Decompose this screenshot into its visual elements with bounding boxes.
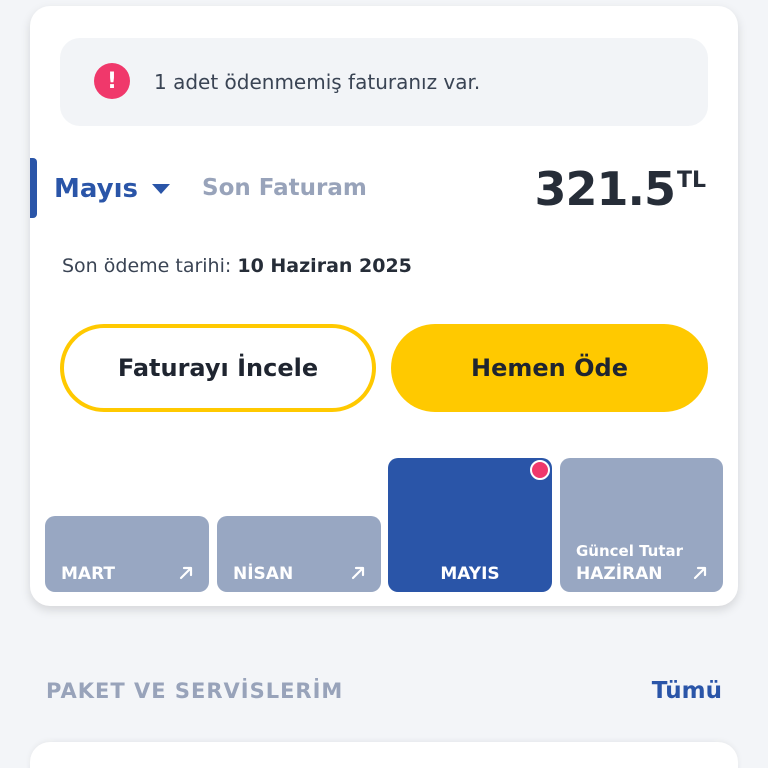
due-date-value: 10 Haziran 2025 [237, 255, 412, 277]
exclamation-circle-icon: ! [94, 63, 130, 99]
pay-now-button[interactable]: Hemen Öde [391, 324, 708, 412]
invoice-title: Son Faturam [202, 175, 367, 201]
due-date-row: Son ödeme tarihi: 10 Haziran 2025 [62, 255, 412, 277]
currency-unit: TL [676, 168, 706, 193]
month-tile-label: HAZİRAN [576, 564, 663, 584]
month-tile-nisan[interactable]: NİSAN [217, 516, 381, 592]
month-dropdown[interactable]: Mayıs [54, 174, 170, 204]
services-section-title: PAKET VE SERVİSLERİM [46, 679, 344, 703]
arrow-up-right-icon [351, 566, 365, 580]
month-tile-label: MAYIS [440, 564, 500, 584]
month-dropdown-label: Mayıs [54, 174, 138, 204]
unpaid-invoice-alert[interactable]: ! 1 adet ödenmemiş faturanız var. [60, 38, 708, 126]
amount-value: 321.5 [534, 162, 676, 216]
unpaid-dot-icon [530, 460, 550, 480]
month-tile-haziran[interactable]: Güncel Tutar HAZİRAN [560, 458, 723, 592]
arrow-up-right-icon [693, 566, 707, 580]
month-tile-mayis[interactable]: MAYIS [388, 458, 552, 592]
see-all-link[interactable]: Tümü [652, 678, 722, 704]
month-tile-label: MART [61, 564, 115, 584]
due-date-label: Son ödeme tarihi: [62, 255, 232, 277]
invoice-amount: 321.5 TL [534, 162, 706, 216]
selected-month-indicator [30, 158, 37, 218]
caret-down-icon [151, 184, 170, 194]
month-tile-subtitle: Güncel Tutar [576, 542, 684, 560]
services-card [30, 742, 738, 768]
review-invoice-button[interactable]: Faturayı İncele [60, 324, 376, 412]
month-tile-mart[interactable]: MART [45, 516, 209, 592]
alert-message: 1 adet ödenmemiş faturanız var. [154, 70, 481, 94]
month-tile-label: NİSAN [233, 564, 294, 584]
arrow-up-right-icon [179, 566, 193, 580]
